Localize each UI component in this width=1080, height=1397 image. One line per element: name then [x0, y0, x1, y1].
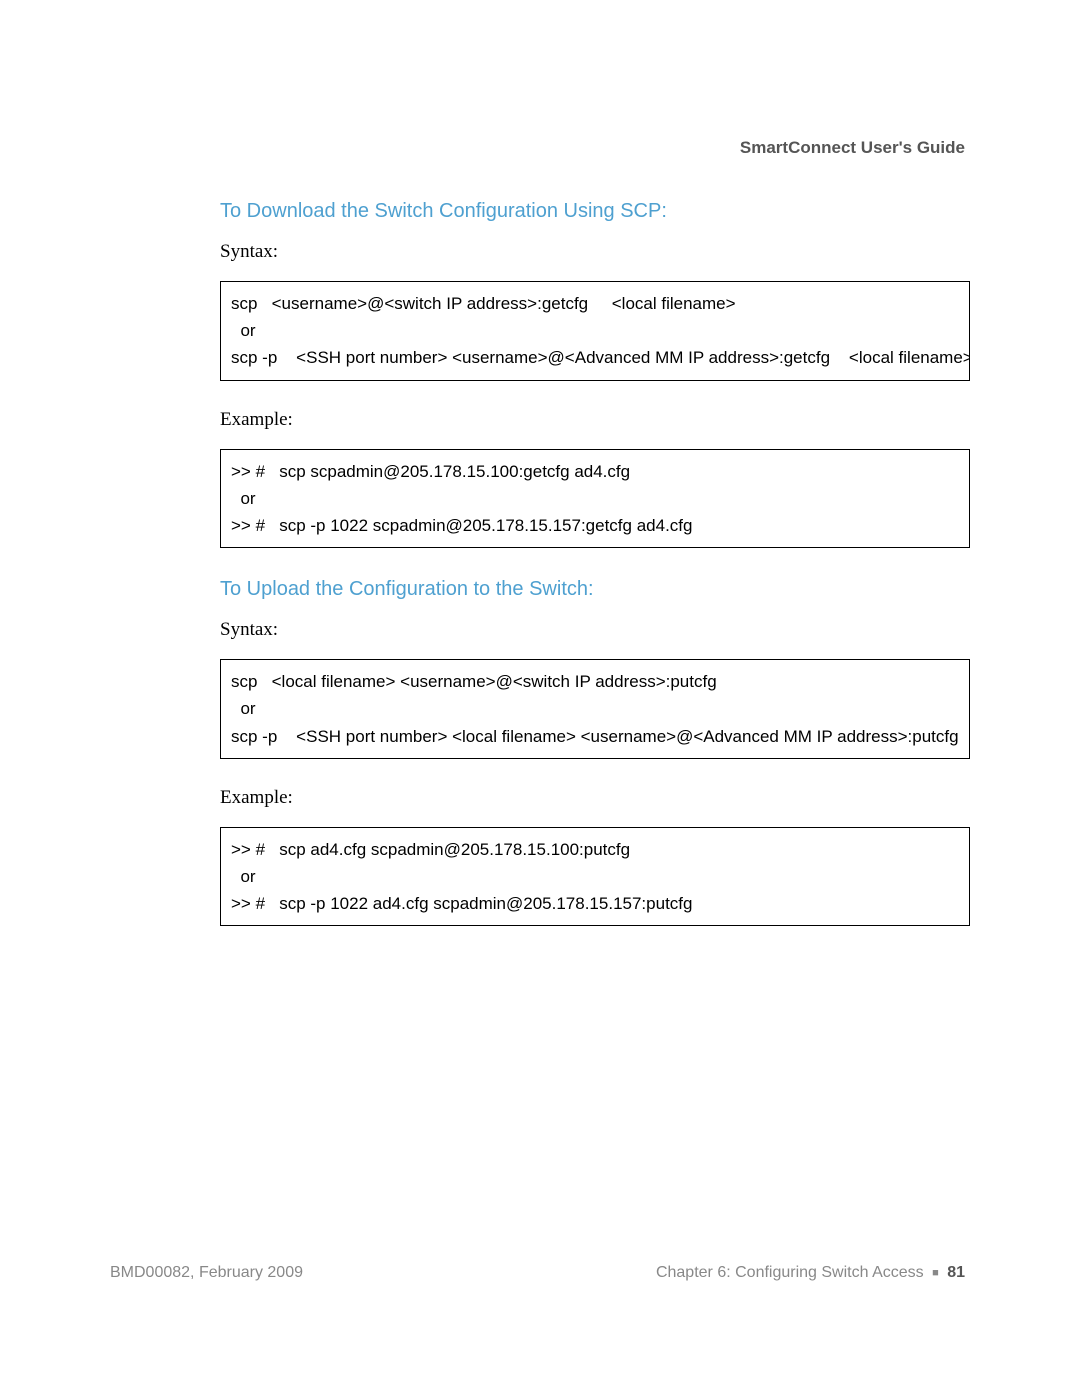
section-heading: To Download the Switch Configuration Usi… [220, 200, 970, 223]
footer-chapter-text: Chapter 6: Configuring Switch Access [656, 1264, 924, 1281]
footer-doc-id: BMD00082, February 2009 [110, 1264, 303, 1282]
example-box: >> # scp ad4.cfg scpadmin@205.178.15.100… [220, 827, 970, 927]
main-content: To Download the Switch Configuration Usi… [220, 200, 970, 926]
footer-separator-icon: ■ [932, 1267, 939, 1279]
section-heading: To Upload the Configuration to the Switc… [220, 578, 970, 601]
section-upload: To Upload the Configuration to the Switc… [220, 578, 970, 926]
footer-chapter: Chapter 6: Configuring Switch Access ■ 8… [656, 1264, 965, 1282]
syntax-box: scp <local filename> <username>@<switch … [220, 659, 970, 759]
section-download: To Download the Switch Configuration Usi… [220, 200, 970, 548]
syntax-box: scp <username>@<switch IP address>:getcf… [220, 281, 970, 381]
page: SmartConnect User's Guide To Download th… [0, 0, 1080, 1397]
example-box: >> # scp scpadmin@205.178.15.100:getcfg … [220, 449, 970, 549]
page-footer: BMD00082, February 2009 Chapter 6: Confi… [110, 1264, 965, 1282]
example-label: Example: [220, 787, 970, 809]
footer-page-number: 81 [947, 1264, 965, 1281]
header-guide-title: SmartConnect User's Guide [740, 138, 965, 158]
syntax-label: Syntax: [220, 241, 970, 263]
syntax-label: Syntax: [220, 619, 970, 641]
example-label: Example: [220, 409, 970, 431]
